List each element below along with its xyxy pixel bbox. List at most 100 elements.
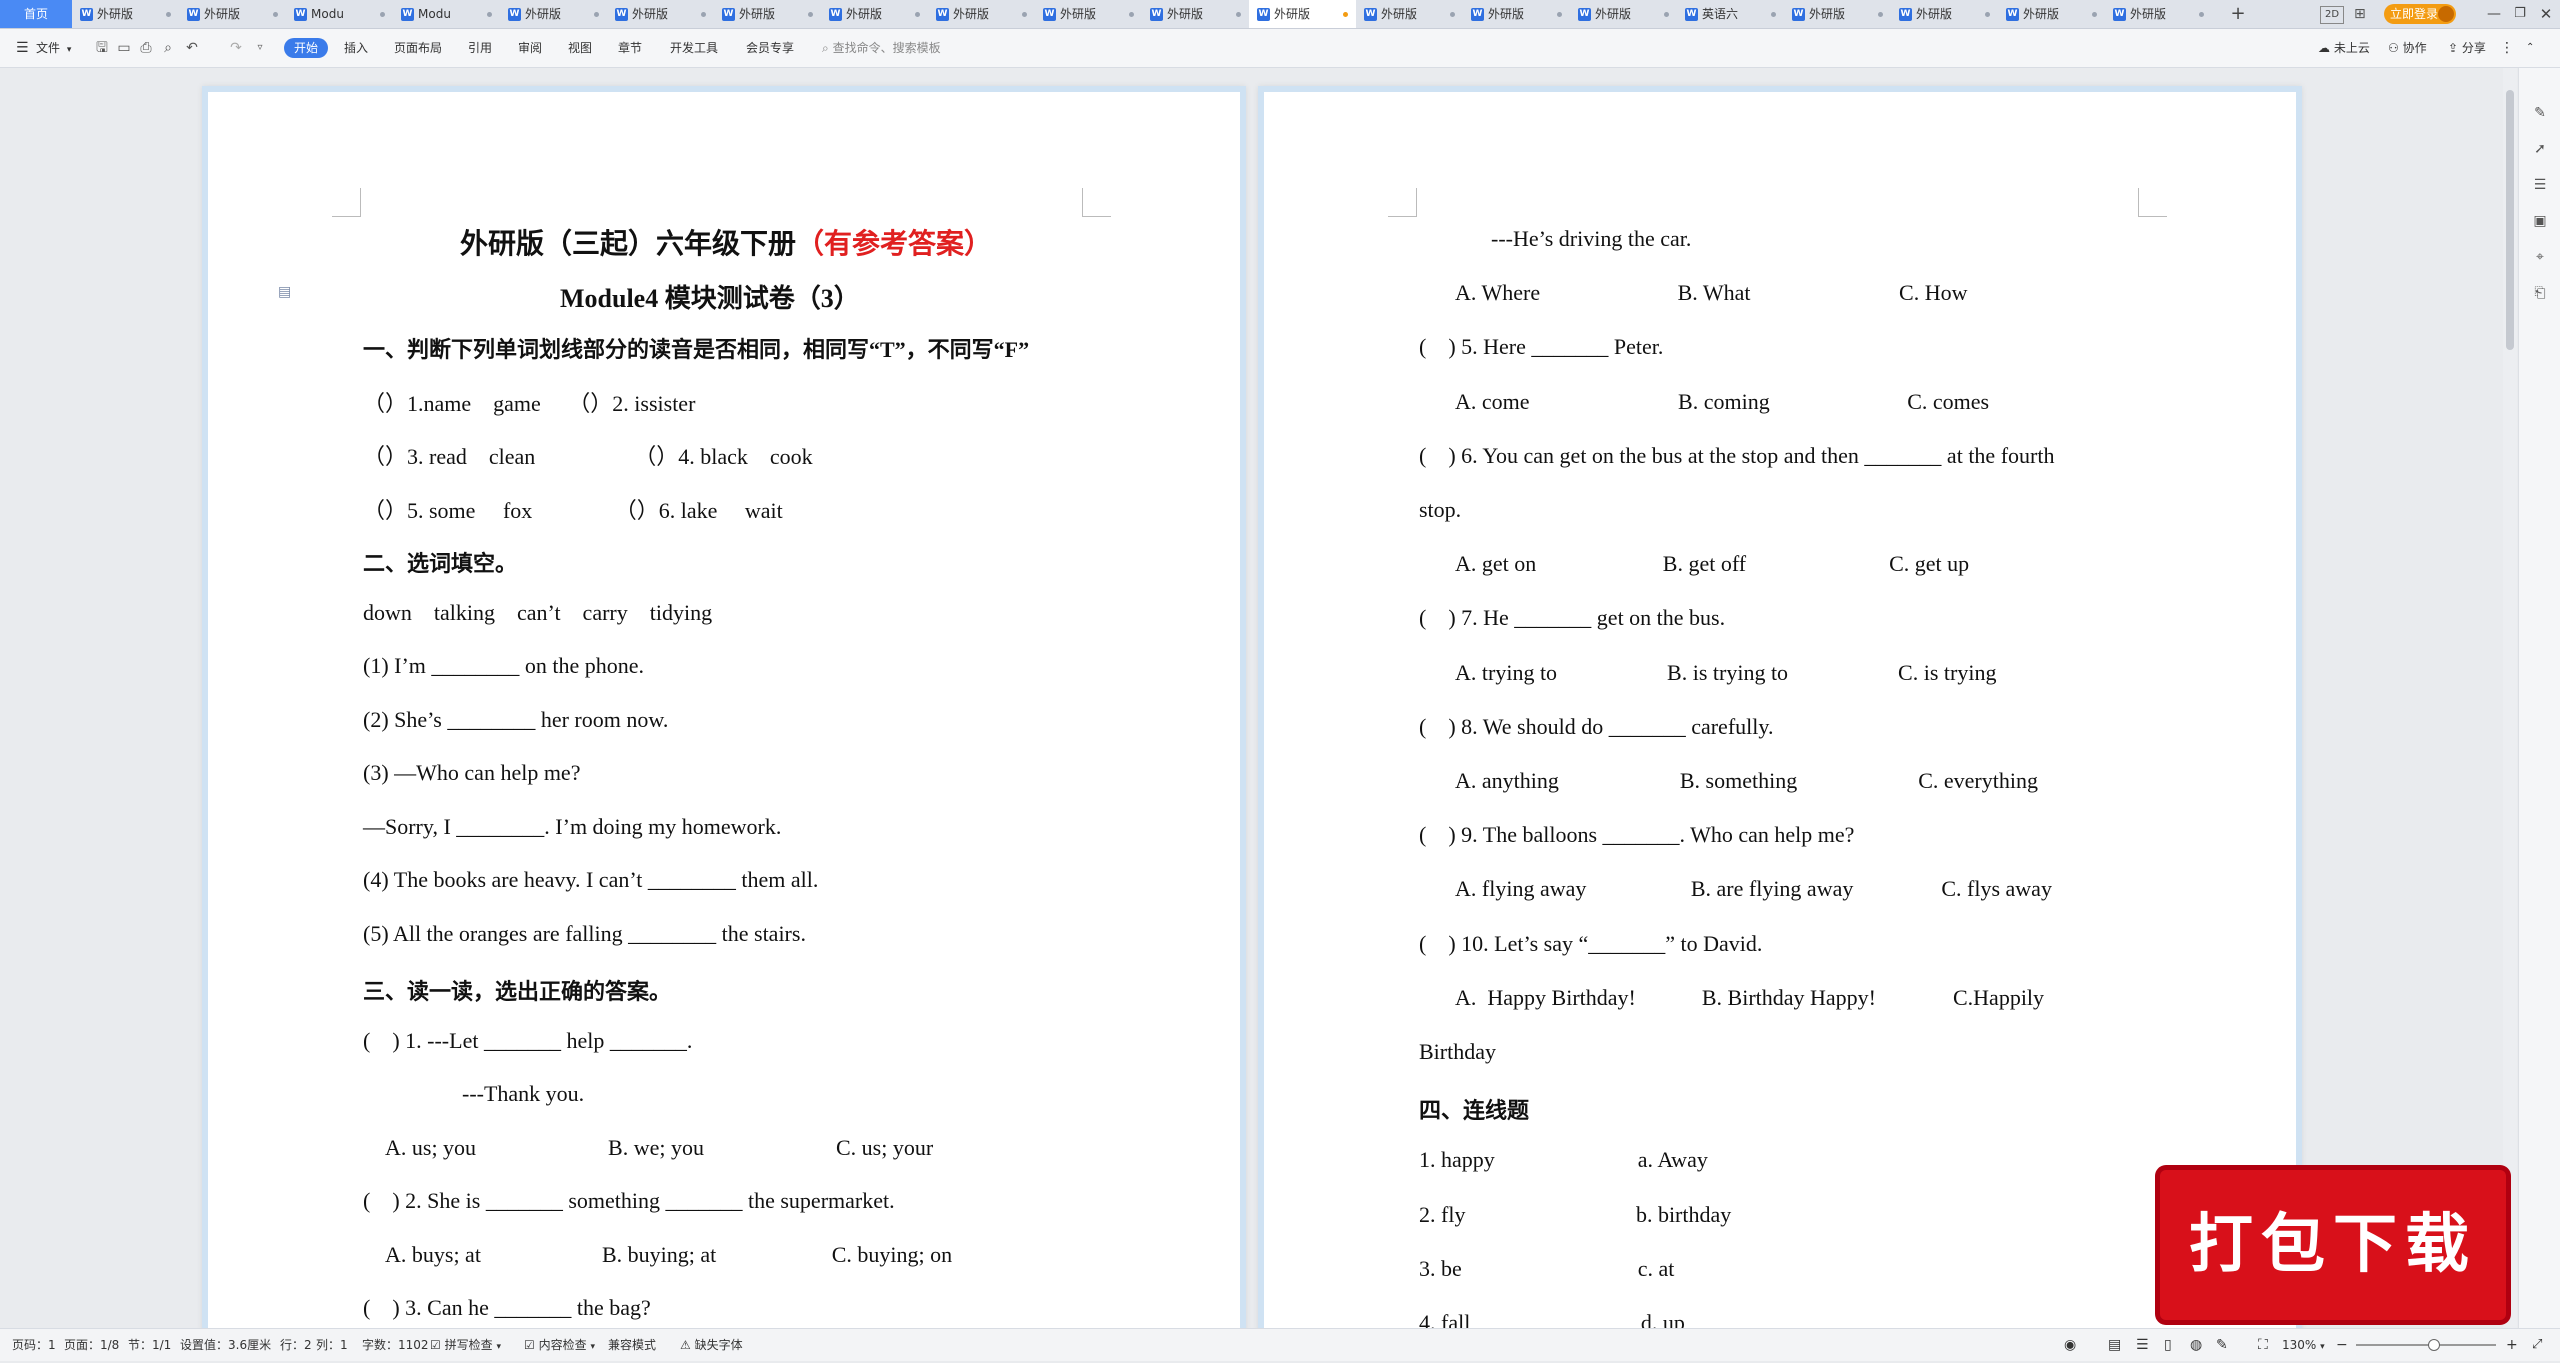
document-tab[interactable]: W 外研版 — [928, 0, 1035, 28]
file-menu[interactable]: 文件 ▾ — [36, 29, 71, 67]
tab-status-dot[interactable] — [1450, 12, 1455, 17]
tab-page-layout[interactable]: 页面布局 — [394, 29, 442, 67]
share-button[interactable]: ⇪ 分享 — [2448, 29, 2486, 67]
new-tab-button[interactable]: + — [2226, 2, 2250, 26]
save-icon[interactable]: 🖫 — [94, 40, 110, 56]
tab-status-dot[interactable] — [915, 12, 920, 17]
document-tab[interactable]: W 外研版 — [1035, 0, 1142, 28]
tab-status-dot[interactable] — [273, 12, 278, 17]
tab-status-dot[interactable] — [1878, 12, 1883, 17]
document-tab[interactable]: W 外研版 — [1249, 0, 1356, 28]
tab-view[interactable]: 视图 — [568, 29, 592, 67]
tab-status-dot[interactable] — [2092, 12, 2097, 17]
missing-font-button[interactable]: ⚠ 缺失字体 — [680, 1329, 743, 1361]
minimize-button[interactable]: — — [2484, 4, 2504, 24]
tab-status-dot[interactable] — [166, 12, 171, 17]
print-icon[interactable]: ⎙ — [138, 40, 154, 56]
tab-developer[interactable]: 开发工具 — [670, 29, 718, 67]
web-view-icon[interactable]: ◍ — [2190, 1329, 2202, 1361]
page-view-icon[interactable]: ▤ — [2108, 1329, 2121, 1361]
tab-insert[interactable]: 插入 — [344, 29, 368, 67]
status-setting[interactable]: 设置值：3.6厘米 — [180, 1329, 271, 1361]
tab-status-dot[interactable] — [1236, 12, 1241, 17]
cloud-status[interactable]: ☁ 未上云 — [2318, 29, 2370, 67]
select-icon[interactable]: ➚ — [2531, 140, 2549, 158]
document-tab[interactable]: W 外研版 — [1142, 0, 1249, 28]
tab-review[interactable]: 审阅 — [518, 29, 542, 67]
document-tab[interactable]: W Modu — [393, 0, 500, 28]
document-tab[interactable]: W Modu — [286, 0, 393, 28]
preview-icon[interactable]: ⌕ — [160, 40, 176, 56]
grid-icon[interactable]: ⊞ — [2354, 6, 2370, 22]
zoom-slider[interactable] — [2356, 1344, 2496, 1346]
redo-icon[interactable]: ↷ — [228, 40, 244, 56]
tab-status-dot[interactable] — [701, 12, 706, 17]
tab-status-dot[interactable] — [2199, 12, 2204, 17]
tab-status-dot[interactable] — [1343, 12, 1348, 17]
document-tab[interactable]: W 外研版 — [1891, 0, 1998, 28]
document-tab[interactable]: W 外研版 — [1998, 0, 2105, 28]
tab-status-dot[interactable] — [808, 12, 813, 17]
collab-button[interactable]: ⚇ 协作 — [2388, 29, 2427, 67]
status-section[interactable]: 节：1/1 — [128, 1329, 171, 1361]
close-button[interactable]: ✕ — [2536, 4, 2556, 24]
image-icon[interactable]: ▣ — [2531, 212, 2549, 230]
tab-status-dot[interactable] — [1129, 12, 1134, 17]
undo-icon[interactable]: ↶ — [184, 40, 200, 56]
tab-status-dot[interactable] — [487, 12, 492, 17]
tab-status-dot[interactable] — [1022, 12, 1027, 17]
more-icon[interactable]: ⋮ — [2500, 29, 2514, 67]
document-page-right[interactable]: ---He’s driving the car. A. Where B. What… — [1264, 92, 2296, 1335]
status-row[interactable]: 行：2 — [280, 1329, 312, 1361]
restore-button[interactable]: ❐ — [2510, 4, 2530, 24]
tab-home[interactable]: 开始 — [284, 38, 329, 58]
document-tab[interactable]: W 外研版 — [821, 0, 928, 28]
document-tab[interactable]: W 外研版 — [179, 0, 286, 28]
menu-icon[interactable]: ☰ — [16, 29, 29, 67]
write-view-icon[interactable]: ✎ — [2216, 1329, 2228, 1361]
output-icon[interactable]: ▭ — [116, 40, 132, 56]
tab-member[interactable]: 会员专享 — [746, 29, 794, 67]
status-word-count[interactable]: 字数：1102 — [362, 1329, 429, 1361]
status-pages[interactable]: 页面：1/8 — [64, 1329, 119, 1361]
spell-check-toggle[interactable]: ☑ 拼写检查 ▾ — [430, 1329, 501, 1361]
adjust-icon[interactable]: ☰ — [2531, 176, 2549, 194]
document-tab[interactable]: W 外研版 — [714, 0, 821, 28]
collapse-ribbon-icon[interactable]: ⌃ — [2526, 29, 2534, 67]
tab-status-dot[interactable] — [1664, 12, 1669, 17]
fullscreen-icon[interactable]: ⤢ — [2532, 1329, 2542, 1361]
tab-status-dot[interactable] — [1985, 12, 1990, 17]
paragraph-marker-icon[interactable]: ▤ — [278, 284, 291, 300]
command-search[interactable]: ⌕ 查找命令、搜索模板 — [822, 29, 941, 67]
tab-status-dot[interactable] — [1771, 12, 1776, 17]
document-tab[interactable]: W 外研版 — [72, 0, 179, 28]
customize-icon[interactable]: ▿ — [252, 40, 268, 56]
status-page-no[interactable]: 页码：1 — [12, 1329, 56, 1361]
document-tab[interactable]: W 外研版 — [1463, 0, 1570, 28]
document-tab[interactable]: W 外研版 — [1356, 0, 1463, 28]
content-check-toggle[interactable]: ☑ 内容检查 ▾ — [524, 1329, 595, 1361]
tab-home-page[interactable]: 首页 — [0, 0, 72, 28]
eye-protection-icon[interactable]: ◉ — [2064, 1329, 2076, 1361]
document-tab[interactable]: W 外研版 — [500, 0, 607, 28]
document-tab[interactable]: W 英语六 — [1677, 0, 1784, 28]
outline-view-icon[interactable]: ☰ — [2136, 1329, 2149, 1361]
zoom-in-button[interactable]: + — [2506, 1329, 2518, 1361]
tab-references[interactable]: 引用 — [468, 29, 492, 67]
tab-status-dot[interactable] — [1557, 12, 1562, 17]
document-tab[interactable]: W 外研版 — [607, 0, 714, 28]
tab-status-dot[interactable] — [380, 12, 385, 17]
zoom-level[interactable]: 130% ▾ — [2282, 1329, 2325, 1361]
edit-icon[interactable]: ✎ — [2531, 104, 2549, 122]
scrollbar-thumb[interactable] — [2506, 90, 2514, 350]
read-view-icon[interactable]: ▯ — [2164, 1329, 2172, 1361]
document-tab[interactable]: W 外研版 — [1570, 0, 1677, 28]
status-col[interactable]: 列：1 — [316, 1329, 348, 1361]
download-package-badge[interactable]: 打包下载 — [2160, 1170, 2506, 1320]
book-icon[interactable]: ⎗ — [2531, 284, 2549, 302]
tab-status-dot[interactable] — [594, 12, 599, 17]
document-page-left[interactable]: 外研版（三起）六年级下册（有参考答案） Module4 模块测试卷（3） 一、判… — [208, 92, 1240, 1328]
document-tab[interactable]: W 外研版 — [2105, 0, 2212, 28]
location-icon[interactable]: ⌖ — [2531, 248, 2549, 266]
tab-chapter[interactable]: 章节 — [618, 29, 642, 67]
